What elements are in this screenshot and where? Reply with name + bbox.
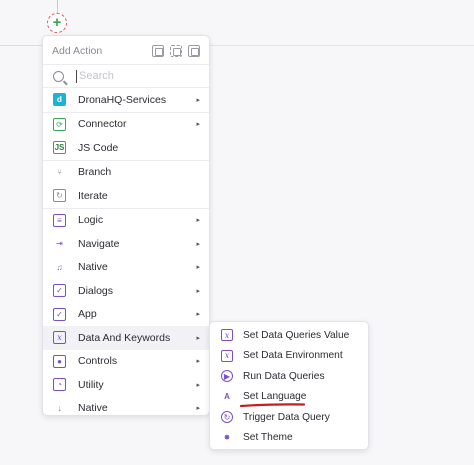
submenu-item-set-data-queries-value[interactable]: x Set Data Queries Value [210,325,368,346]
add-action-menu: Add Action d DronaHQ-Services ▸ ⟳ Connec… [42,35,210,416]
flow-connector-line [57,0,58,14]
menu-header: Add Action [43,38,209,64]
menu-item-label: DronaHQ-Services [78,93,167,106]
bell-icon: ♫ [56,262,63,272]
search-row [43,64,209,88]
red-annotation-underline [240,403,305,407]
menu-item-label: Navigate [78,237,120,250]
utility-icon: ◔ [53,378,66,392]
add-action-node-button[interactable]: + [47,13,67,33]
chevron-right-icon: ▸ [196,121,200,129]
menu-item-dialogs[interactable]: ✓ Dialogs ▸ [43,279,209,303]
iterate-icon: ↻ [53,189,66,203]
menu-item-iterate[interactable]: ↻ Iterate [43,184,209,208]
chevron-right-icon: ▸ [196,311,200,319]
image-icon[interactable] [188,45,200,57]
menu-group-actions: ≡ Logic ▸ ⇥ Navigate ▸ ♫ Native ▸ ✓ Dial… [43,209,209,421]
chevron-right-icon: ▸ [196,264,200,272]
eye-icon: ● [53,354,66,368]
branch-icon: ⑂ [57,167,62,177]
search-icon [53,70,64,82]
chevron-right-icon: ▸ [196,334,200,342]
menu-item-label: Native [78,261,108,274]
menu-item-label: Data And Keywords [78,331,171,344]
menu-item-label: Utility [78,378,104,391]
app-icon: ✓ [53,307,66,321]
chevron-right-icon: ▸ [196,405,200,413]
menu-group-flow: ⑂ Branch ↻ Iterate [43,161,209,209]
menu-item-data-and-keywords[interactable]: x Data And Keywords ▸ [43,326,209,350]
menu-item-label: Branch [78,166,112,179]
trigger-query-icon: ↻ [221,411,233,424]
menu-item-label: App [78,308,97,321]
menu-item-label: Dialogs [78,284,114,297]
submenu-item-set-theme[interactable]: ✸ Set Theme [210,428,368,449]
chevron-right-icon: ▸ [196,96,200,104]
submenu-item-label: Set Data Environment [243,350,343,362]
variable-icon: x [53,331,66,345]
submenu-item-label: Set Data Queries Value [243,329,350,341]
submenu-item-label: Run Data Queries [243,370,325,382]
submenu-item-run-data-queries[interactable]: ▶ Run Data Queries [210,366,368,387]
menu-item-label: Connector [78,118,127,131]
menu-item-label: Native [78,402,108,415]
run-query-icon: ▶ [221,370,233,383]
submenu-item-label: Set Theme [243,432,293,444]
menu-group-services: d DronaHQ-Services ▸ [43,88,209,113]
menu-item-label: Controls [78,355,118,368]
connector-icon: ⟳ [53,117,66,131]
download-arrow-icon: ↓ [57,403,62,413]
chevron-right-icon: ▸ [196,381,200,389]
header-icons [152,45,200,57]
menu-item-utility[interactable]: ◔ Utility ▸ [43,373,209,397]
menu-item-branch[interactable]: ⑂ Branch [43,161,209,185]
menu-group-code: ⟳ Connector ▸ JS JS Code [43,113,209,161]
chevron-right-icon: ▸ [196,240,200,248]
menu-item-label: JS Code [78,141,119,154]
submenu-item-label: Trigger Data Query [243,411,330,423]
menu-item-label: Iterate [78,189,108,202]
logic-icon: ≡ [53,213,66,227]
navigate-icon: ⇥ [56,239,63,249]
menu-item-navigate[interactable]: ⇥ Navigate ▸ [43,232,209,256]
workflow-canvas: + Add Action d DronaHQ-Services ▸ ⟳ [0,0,474,465]
menu-item-app[interactable]: ✓ App ▸ [43,303,209,327]
menu-item-native-2[interactable]: ↓ Native ▸ [43,397,209,421]
translate-icon: A [224,392,230,402]
search-input[interactable] [76,69,186,83]
variable-icon: x [221,329,233,342]
focus-icon[interactable] [170,45,182,57]
menu-item-native[interactable]: ♫ Native ▸ [43,256,209,280]
flow-divider-line [210,45,474,46]
chevron-right-icon: ▸ [196,287,200,295]
menu-item-controls[interactable]: ● Controls ▸ [43,350,209,374]
submenu-item-trigger-data-query[interactable]: ↻ Trigger Data Query [210,407,368,428]
chevron-right-icon: ▸ [196,358,200,366]
plus-icon: + [52,14,62,31]
menu-item-js-code[interactable]: JS JS Code [43,136,209,160]
variable-icon: x [221,349,233,362]
check-circle-icon: ✓ [53,284,66,298]
menu-title: Add Action [52,45,103,57]
theme-icon: ✸ [223,433,231,443]
data-and-keywords-submenu: x Set Data Queries Value x Set Data Envi… [209,321,369,450]
menu-item-dronahq-services[interactable]: d DronaHQ-Services ▸ [43,88,209,112]
expand-icon[interactable] [152,45,164,57]
js-icon: JS [53,141,66,155]
dronahq-logo-icon: d [53,93,66,107]
menu-item-label: Logic [78,214,104,227]
submenu-item-label: Set Language [243,391,307,403]
menu-item-connector[interactable]: ⟳ Connector ▸ [43,113,209,137]
flow-divider-line [0,45,44,46]
menu-item-logic[interactable]: ≡ Logic ▸ [43,209,209,233]
chevron-right-icon: ▸ [196,217,200,225]
submenu-item-set-data-environment[interactable]: x Set Data Environment [210,346,368,367]
